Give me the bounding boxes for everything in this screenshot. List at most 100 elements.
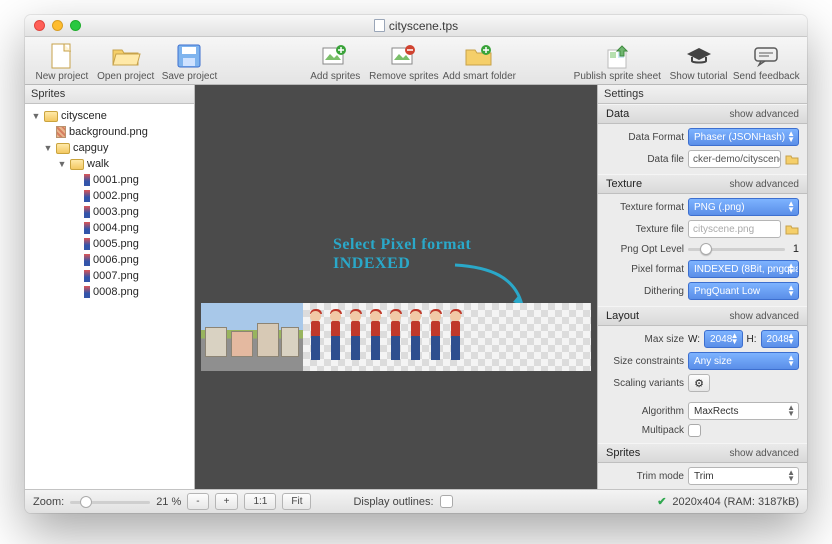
feedback-icon — [753, 41, 779, 71]
browse-folder-icon[interactable] — [785, 222, 799, 236]
algorithm-label: Algorithm — [606, 406, 684, 417]
tree-file-background[interactable]: background.png — [31, 124, 192, 140]
statusbar: Zoom: 21 % - + 1:1 Fit Display outlines:… — [25, 489, 807, 513]
save-project-button[interactable]: Save project — [159, 41, 221, 82]
settings-title: Settings — [598, 85, 807, 104]
show-advanced-link[interactable]: show advanced — [730, 448, 800, 459]
settings-panel: Settings Datashow advanced Data Format P… — [597, 85, 807, 489]
png-opt-value: 1 — [789, 243, 799, 255]
scaling-variants-label: Scaling variants — [606, 378, 684, 389]
toolbar: New project Open project Save project Ad… — [25, 37, 807, 85]
tree-file[interactable]: 0003.png — [31, 204, 192, 220]
folder-icon — [44, 111, 58, 122]
sprite-icon — [84, 254, 90, 266]
publish-button[interactable]: Publish sprite sheet — [571, 41, 664, 82]
display-outlines-checkbox[interactable] — [440, 495, 453, 508]
background-sprite — [201, 303, 303, 371]
data-file-input[interactable]: cker-demo/cityscene.json — [688, 150, 781, 168]
sprite-icon — [84, 238, 90, 250]
add-sprites-icon — [321, 41, 349, 71]
tree-file[interactable]: 0008.png — [31, 284, 192, 300]
preview-canvas[interactable]: Select Pixel formatINDEXED — [195, 85, 597, 489]
smart-folder-icon — [464, 41, 494, 71]
window-title: cityscene.tps — [389, 19, 458, 33]
png-opt-slider[interactable] — [688, 242, 785, 256]
status-info: 2020x404 (RAM: 3187kB) — [672, 496, 799, 508]
multipack-checkbox[interactable] — [688, 424, 701, 437]
texture-format-select[interactable]: PNG (.png)▲▼ — [688, 198, 799, 216]
sprite-icon — [84, 174, 90, 186]
texture-file-input[interactable]: cityscene.png — [688, 220, 781, 238]
tree-file[interactable]: 0004.png — [31, 220, 192, 236]
zoom-in-button[interactable]: + — [215, 493, 239, 510]
document-icon — [374, 19, 385, 32]
scaling-variants-button[interactable]: ⚙ — [688, 374, 710, 392]
folder-icon — [70, 159, 84, 170]
tree-file[interactable]: 0007.png — [31, 268, 192, 284]
size-constraints-select[interactable]: Any size▲▼ — [688, 352, 799, 370]
remove-sprites-icon — [390, 41, 418, 71]
open-folder-icon — [111, 41, 141, 71]
browse-folder-icon[interactable] — [785, 152, 799, 166]
show-advanced-link[interactable]: show advanced — [730, 311, 800, 322]
zoom-label: Zoom: — [33, 496, 64, 508]
trim-mode-label: Trim mode — [606, 471, 684, 482]
gear-icon: ⚙ — [694, 377, 704, 390]
titlebar: cityscene.tps — [25, 15, 807, 37]
sprites-panel-title: Sprites — [25, 85, 194, 104]
zoom-slider[interactable] — [70, 495, 150, 509]
section-texture: Textureshow advanced — [598, 174, 807, 194]
section-sprites: Spritesshow advanced — [598, 443, 807, 463]
sprite-tree[interactable]: ▼cityscene background.png ▼capguy ▼walk … — [25, 104, 194, 489]
image-icon — [56, 126, 66, 138]
tree-file[interactable]: 0005.png — [31, 236, 192, 252]
show-tutorial-button[interactable]: Show tutorial — [668, 41, 730, 82]
folder-icon — [56, 143, 70, 154]
pixel-format-label: Pixel format — [606, 264, 684, 275]
save-icon — [176, 41, 202, 71]
sprites-panel: Sprites ▼cityscene background.png ▼capgu… — [25, 85, 195, 489]
zoom-actual-button[interactable]: 1:1 — [244, 493, 276, 510]
data-format-label: Data Format — [606, 132, 684, 143]
dithering-select[interactable]: PngQuant Low▲▼ — [688, 282, 799, 300]
tutorial-icon — [685, 41, 713, 71]
max-height-select[interactable]: 2048▲▼ — [761, 330, 799, 348]
open-project-button[interactable]: Open project — [95, 41, 157, 82]
sprite-icon — [84, 286, 90, 298]
size-constraints-label: Size constraints — [606, 356, 684, 367]
zoom-fit-button[interactable]: Fit — [282, 493, 311, 510]
show-advanced-link[interactable]: show advanced — [730, 109, 800, 120]
publish-icon — [604, 41, 630, 71]
sprite-icon — [84, 206, 90, 218]
send-feedback-button[interactable]: Send feedback — [731, 41, 801, 82]
data-format-select[interactable]: Phaser (JSONHash)▲▼ — [688, 128, 799, 146]
tree-file[interactable]: 0006.png — [31, 252, 192, 268]
tree-folder-walk[interactable]: ▼walk — [31, 156, 192, 172]
algorithm-select[interactable]: MaxRects▲▼ — [688, 402, 799, 420]
max-width-select[interactable]: 2048▲▼ — [704, 330, 742, 348]
remove-sprites-button[interactable]: Remove sprites — [368, 41, 439, 82]
sprite-sheet-preview — [201, 303, 591, 371]
new-project-button[interactable]: New project — [31, 41, 93, 82]
sprite-icon — [84, 270, 90, 282]
data-file-label: Data file — [606, 154, 684, 165]
tree-file[interactable]: 0001.png — [31, 172, 192, 188]
show-advanced-link[interactable]: show advanced — [730, 179, 800, 190]
trim-mode-select[interactable]: Trim▲▼ — [688, 467, 799, 485]
zoom-out-button[interactable]: - — [187, 493, 208, 510]
tree-folder-capguy[interactable]: ▼capguy — [31, 140, 192, 156]
multipack-label: Multipack — [606, 425, 684, 436]
add-sprites-button[interactable]: Add sprites — [304, 41, 366, 82]
tree-folder-cityscene[interactable]: ▼cityscene — [31, 108, 192, 124]
sprite-icon — [84, 222, 90, 234]
tree-file[interactable]: 0002.png — [31, 188, 192, 204]
zoom-value: 21 % — [156, 496, 181, 508]
pixel-format-select[interactable]: INDEXED (8Bit, pngquant)▲▼ — [688, 260, 799, 278]
add-smart-folder-button[interactable]: Add smart folder — [442, 41, 517, 82]
sprite-icon — [84, 190, 90, 202]
png-opt-label: Png Opt Level — [606, 244, 684, 255]
section-layout: Layoutshow advanced — [598, 306, 807, 326]
section-data: Datashow advanced — [598, 104, 807, 124]
new-project-icon — [50, 41, 74, 71]
status-ok-icon: ✔ — [657, 495, 666, 508]
